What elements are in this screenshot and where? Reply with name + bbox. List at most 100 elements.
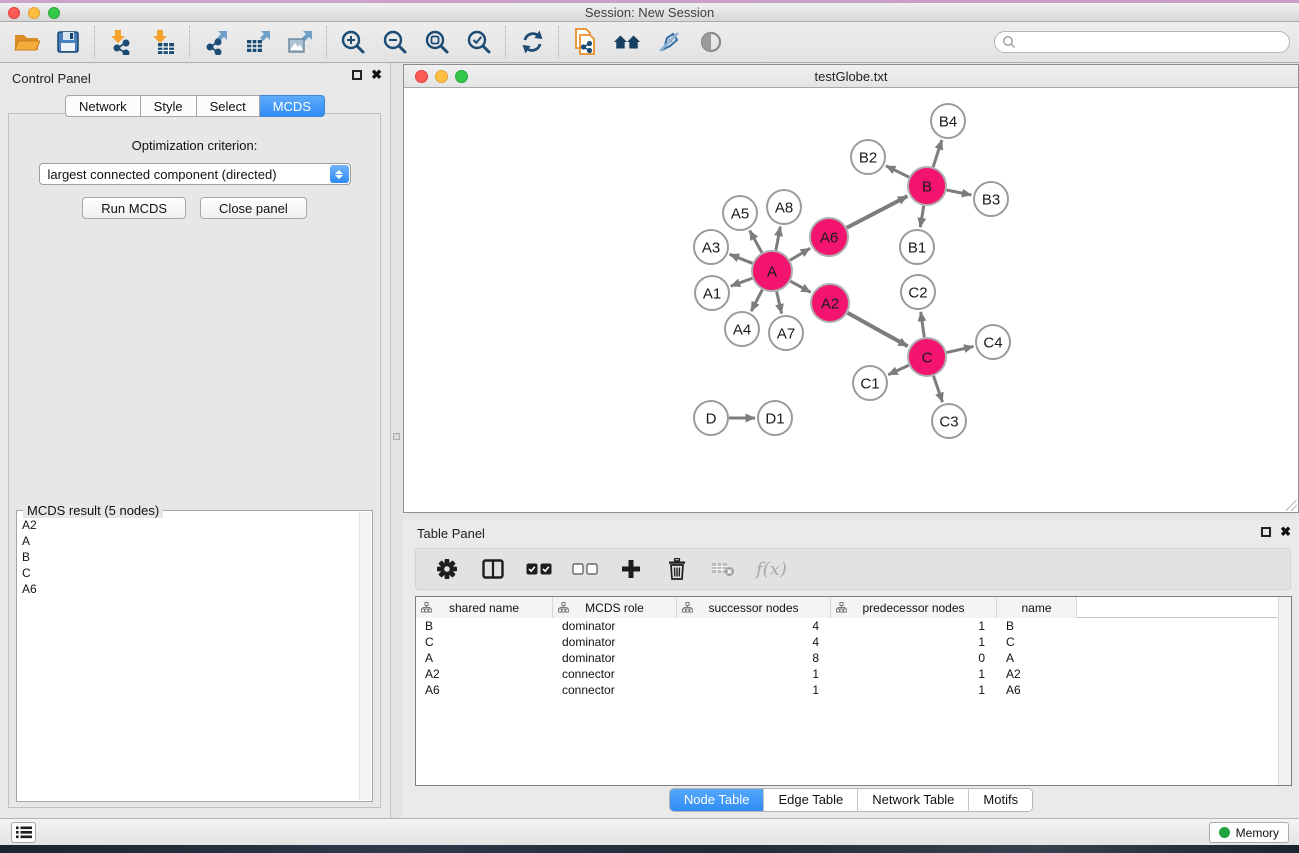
network-canvas[interactable]: AA1A2A3A4A5A6A7A8BB1B2B3B4CC1C2C3C4DD1 xyxy=(404,89,1298,512)
zoom-in-icon[interactable] xyxy=(339,28,367,56)
graph-edge-C-C1[interactable] xyxy=(888,365,909,374)
result-list-item[interactable]: A2 xyxy=(17,517,358,533)
save-session-icon[interactable] xyxy=(54,28,82,56)
table-cell[interactable]: connector xyxy=(553,683,677,697)
float-panel-icon[interactable] xyxy=(352,70,362,80)
open-session-icon[interactable] xyxy=(12,28,40,56)
column-header-shared-name[interactable]: shared name xyxy=(416,597,553,618)
table-cell[interactable]: 1 xyxy=(831,683,997,697)
run-mcds-button[interactable]: Run MCDS xyxy=(82,197,186,219)
graph-edge-A-A7[interactable] xyxy=(777,291,782,313)
tab-style[interactable]: Style xyxy=(141,95,197,117)
zoom-fit-icon[interactable] xyxy=(423,28,451,56)
table-cell[interactable]: 0 xyxy=(831,651,997,665)
search-input[interactable] xyxy=(1016,33,1289,51)
table-cell[interactable]: dominator xyxy=(553,651,677,665)
graph-edge-A-A6[interactable] xyxy=(790,248,810,260)
zoom-out-icon[interactable] xyxy=(381,28,409,56)
table-cell[interactable]: 1 xyxy=(831,635,997,649)
result-list-item[interactable]: A xyxy=(17,533,358,549)
table-cell[interactable]: A2 xyxy=(997,667,1077,681)
show-graphics-details-icon[interactable] xyxy=(697,28,725,56)
column-header-MCDS-role[interactable]: MCDS role xyxy=(553,597,677,618)
select-all-columns-icon[interactable] xyxy=(526,556,552,582)
result-list-item[interactable]: A6 xyxy=(17,581,358,597)
graph-edge-B-B2[interactable] xyxy=(886,166,909,177)
table-row[interactable]: Bdominator41B xyxy=(416,618,1291,634)
splitter-grip[interactable] xyxy=(393,433,400,440)
table-cell[interactable]: A6 xyxy=(416,683,553,697)
graph-edge-B-B3[interactable] xyxy=(947,190,972,195)
table-cell[interactable]: C xyxy=(997,635,1077,649)
table-cell[interactable]: 1 xyxy=(677,667,831,681)
new-network-from-selection-icon[interactable] xyxy=(571,28,599,56)
import-table-icon[interactable] xyxy=(149,28,177,56)
delete-columns-trash-icon[interactable] xyxy=(664,556,690,582)
graph-edge-A-A3[interactable] xyxy=(730,254,753,263)
table-cell[interactable]: 8 xyxy=(677,651,831,665)
zoom-selected-icon[interactable] xyxy=(465,28,493,56)
result-list-item[interactable]: C xyxy=(17,565,358,581)
tab-mcds[interactable]: MCDS xyxy=(260,95,325,117)
search-field[interactable] xyxy=(994,31,1290,53)
column-header-successor-nodes[interactable]: successor nodes xyxy=(677,597,831,618)
graph-edge-A-A1[interactable] xyxy=(731,278,753,286)
result-list-item[interactable]: B xyxy=(17,549,358,565)
tab-network-table[interactable]: Network Table xyxy=(857,789,968,811)
graph-edge-A-A2[interactable] xyxy=(790,281,810,292)
table-cell[interactable]: A6 xyxy=(997,683,1077,697)
table-cell[interactable]: B xyxy=(416,619,553,633)
annotation-hide-icon[interactable] xyxy=(655,28,683,56)
close-table-panel-icon[interactable]: ✖ xyxy=(1280,527,1291,537)
table-cell[interactable]: A xyxy=(997,651,1077,665)
close-panel-button[interactable]: Close panel xyxy=(200,197,307,219)
table-cell[interactable]: C xyxy=(416,635,553,649)
table-row[interactable]: A6connector11A6 xyxy=(416,682,1291,698)
table-row[interactable]: A2connector11A2 xyxy=(416,666,1291,682)
table-cell[interactable]: 1 xyxy=(831,667,997,681)
table-cell[interactable]: dominator xyxy=(553,635,677,649)
graph-edge-A2-C[interactable] xyxy=(847,313,907,347)
table-cell[interactable]: 1 xyxy=(831,619,997,633)
result-scrollbar[interactable] xyxy=(359,512,371,800)
table-cell[interactable]: dominator xyxy=(553,619,677,633)
tab-edge-table[interactable]: Edge Table xyxy=(763,789,857,811)
table-cell[interactable]: A xyxy=(416,651,553,665)
graph-edge-C-C3[interactable] xyxy=(934,376,943,402)
memory-button[interactable]: Memory xyxy=(1209,822,1289,843)
tab-network[interactable]: Network xyxy=(65,95,141,117)
table-row[interactable]: Cdominator41C xyxy=(416,634,1291,650)
graph-edge-A-A5[interactable] xyxy=(750,231,762,253)
column-header-predecessor-nodes[interactable]: predecessor nodes xyxy=(831,597,997,618)
table-cell[interactable]: 1 xyxy=(677,683,831,697)
show-panels-button[interactable] xyxy=(11,822,36,843)
window-resize-grip[interactable] xyxy=(1286,500,1297,511)
graph-edge-A-A4[interactable] xyxy=(751,290,762,312)
column-header-name[interactable]: name xyxy=(997,597,1077,618)
panel-splitter[interactable] xyxy=(391,63,403,818)
table-scrollbar[interactable] xyxy=(1278,597,1291,785)
graph-edge-C-C2[interactable] xyxy=(921,312,925,337)
graph-edge-B-B1[interactable] xyxy=(920,206,924,228)
tab-node-table[interactable]: Node Table xyxy=(670,789,764,811)
table-cell[interactable]: A2 xyxy=(416,667,553,681)
criterion-dropdown[interactable]: largest connected component (directed) xyxy=(39,163,351,185)
first-neighbors-icon[interactable] xyxy=(613,28,641,56)
table-row[interactable]: Adominator80A xyxy=(416,650,1291,666)
show-column-panel-icon[interactable] xyxy=(480,556,506,582)
unselect-all-columns-icon[interactable] xyxy=(572,556,598,582)
tab-select[interactable]: Select xyxy=(197,95,260,117)
export-image-icon[interactable] xyxy=(286,28,314,56)
table-cell[interactable]: 4 xyxy=(677,619,831,633)
graph-edge-A-A8[interactable] xyxy=(776,227,780,251)
refresh-view-icon[interactable] xyxy=(518,28,546,56)
import-network-icon[interactable] xyxy=(107,28,135,56)
table-cell[interactable]: B xyxy=(997,619,1077,633)
graph-edge-C-C4[interactable] xyxy=(947,346,974,352)
graph-edge-A6-B[interactable] xyxy=(847,196,908,228)
close-panel-icon[interactable]: ✖ xyxy=(371,70,382,80)
table-options-gear-icon[interactable] xyxy=(434,556,460,582)
table-cell[interactable]: 4 xyxy=(677,635,831,649)
create-new-column-icon[interactable] xyxy=(618,556,644,582)
export-table-icon[interactable] xyxy=(244,28,272,56)
